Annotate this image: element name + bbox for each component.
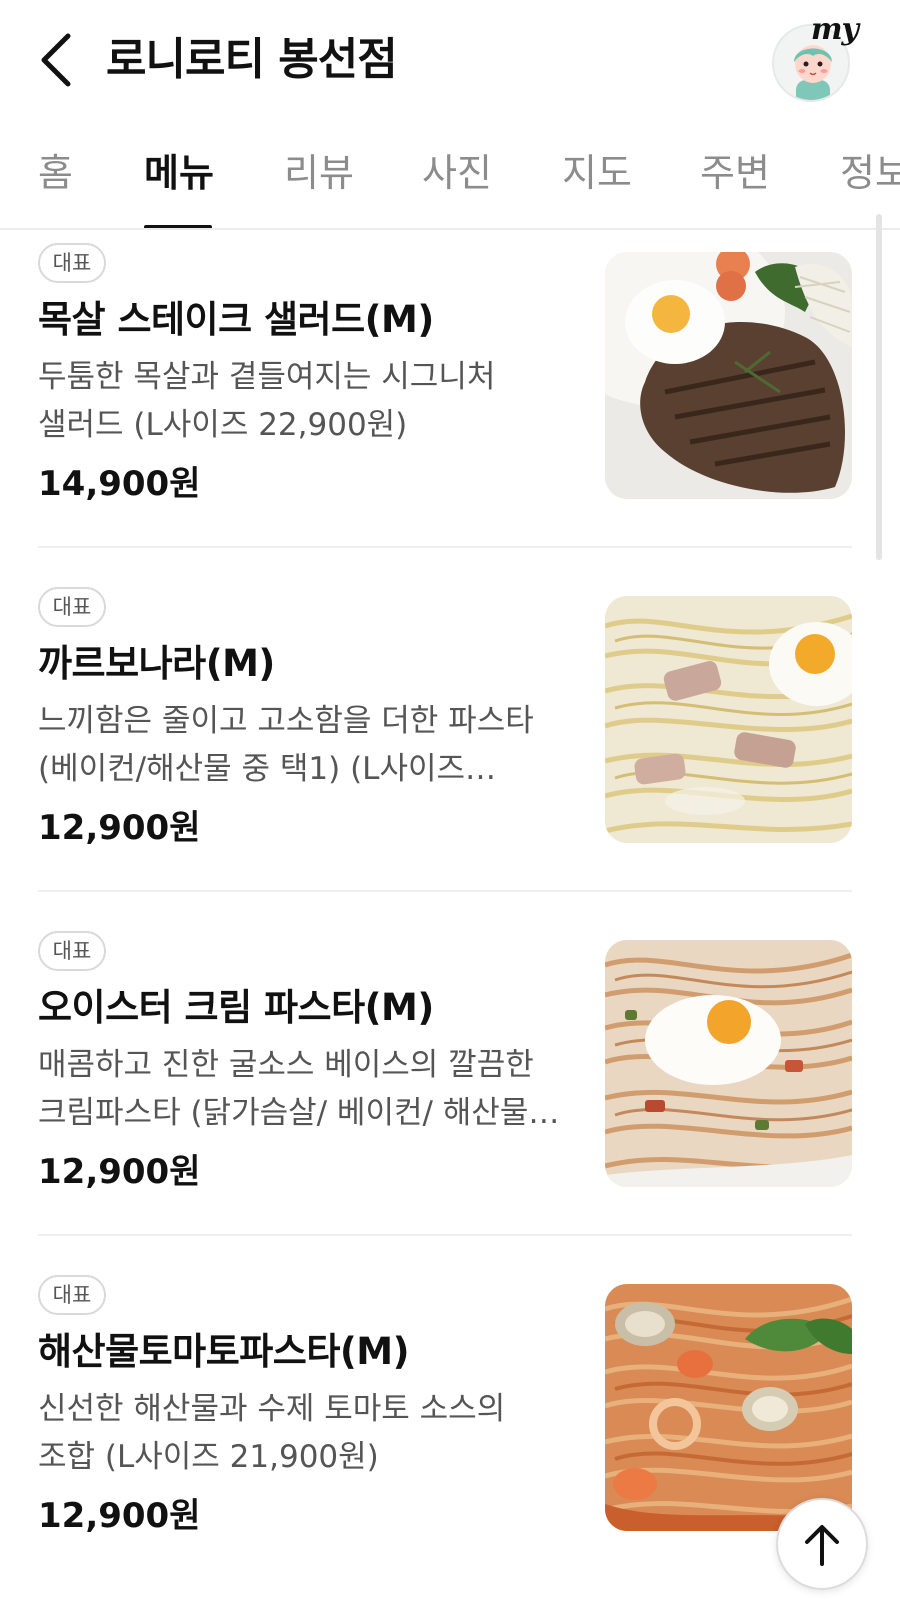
page-title: 로니로티 봉선점 (106, 34, 398, 85)
tab-reviews[interactable]: 리뷰 (284, 148, 354, 198)
tab-bar: 홈 메뉴 리뷰 사진 지도 주변 정보 (0, 120, 900, 230)
signature-badge: 대표 (38, 931, 106, 971)
tab-info[interactable]: 정보 (840, 148, 900, 198)
tab-menu[interactable]: 메뉴 (144, 148, 214, 198)
scrollbar[interactable] (876, 214, 882, 560)
menu-item-photo[interactable] (605, 940, 852, 1187)
menu-item-price: 12,900원 (38, 1152, 201, 1192)
menu-item-name: 해산물토마토파스타(M) (38, 1330, 410, 1373)
active-tab-indicator (144, 225, 212, 228)
menu-item-price: 12,900원 (38, 1496, 201, 1536)
menu-item-description: 신선한 해산물과 수제 토마토 소스의 조합 (L사이즈 21,900원) (38, 1391, 506, 1475)
menu-item-price: 12,900원 (38, 808, 201, 848)
item-divider (38, 890, 852, 892)
menu-item-description: 매콤하고 진한 굴소스 베이스의 깔끔한 크림파스타 (닭가슴살/ 베이컨/ 해… (38, 1047, 567, 1131)
menu-item-photo[interactable] (605, 1284, 852, 1531)
my-label: my (810, 12, 859, 47)
back-button[interactable] (30, 30, 80, 90)
scroll-to-top-button[interactable] (776, 1498, 868, 1590)
item-divider (38, 1234, 852, 1236)
signature-badge: 대표 (38, 243, 106, 283)
menu-item-photo[interactable] (605, 252, 852, 499)
menu-item-name: 목살 스테이크 샐러드(M) (38, 298, 434, 341)
menu-item[interactable]: 대표 해산물토마토파스타(M) 신선한 해산물과 수제 토마토 소스의 조합 (… (0, 1262, 900, 1606)
menu-item[interactable]: 대표 목살 스테이크 샐러드(M) 두툼한 목살과 곁들여지는 시그니처 샐러드… (0, 230, 900, 574)
chevron-left-icon (41, 33, 71, 87)
my-profile-button[interactable]: my (772, 12, 859, 102)
tab-nearby[interactable]: 주변 (700, 148, 770, 198)
menu-item-name: 오이스터 크림 파스타(M) (38, 986, 434, 1029)
menu-item[interactable]: 대표 까르보나라(M) 느끼함은 줄이고 고소함을 더한 파스타 (베이컨/해산… (0, 574, 900, 918)
menu-item-name: 까르보나라(M) (38, 642, 275, 685)
item-divider (38, 546, 852, 548)
signature-badge: 대표 (38, 1275, 106, 1315)
menu-item-price: 14,900원 (38, 464, 201, 504)
tab-home[interactable]: 홈 (38, 148, 73, 198)
menu-item-photo[interactable] (605, 596, 852, 843)
tab-photos[interactable]: 사진 (422, 148, 492, 198)
arrow-up-icon (805, 1525, 839, 1566)
app-header: 로니로티 봉선점 my (0, 0, 900, 120)
menu-item-description: 두툼한 목살과 곁들여지는 시그니처 샐러드 (L사이즈 22,900원) (38, 359, 496, 443)
tab-map[interactable]: 지도 (562, 148, 632, 198)
menu-item[interactable]: 대표 오이스터 크림 파스타(M) 매콤하고 진한 굴소스 베이스의 깔끔한 크… (0, 918, 900, 1262)
menu-item-description: 느끼함은 줄이고 고소함을 더한 파스타 (베이컨/해산물 중 택1) (L사이… (38, 703, 534, 787)
signature-badge: 대표 (38, 587, 106, 627)
